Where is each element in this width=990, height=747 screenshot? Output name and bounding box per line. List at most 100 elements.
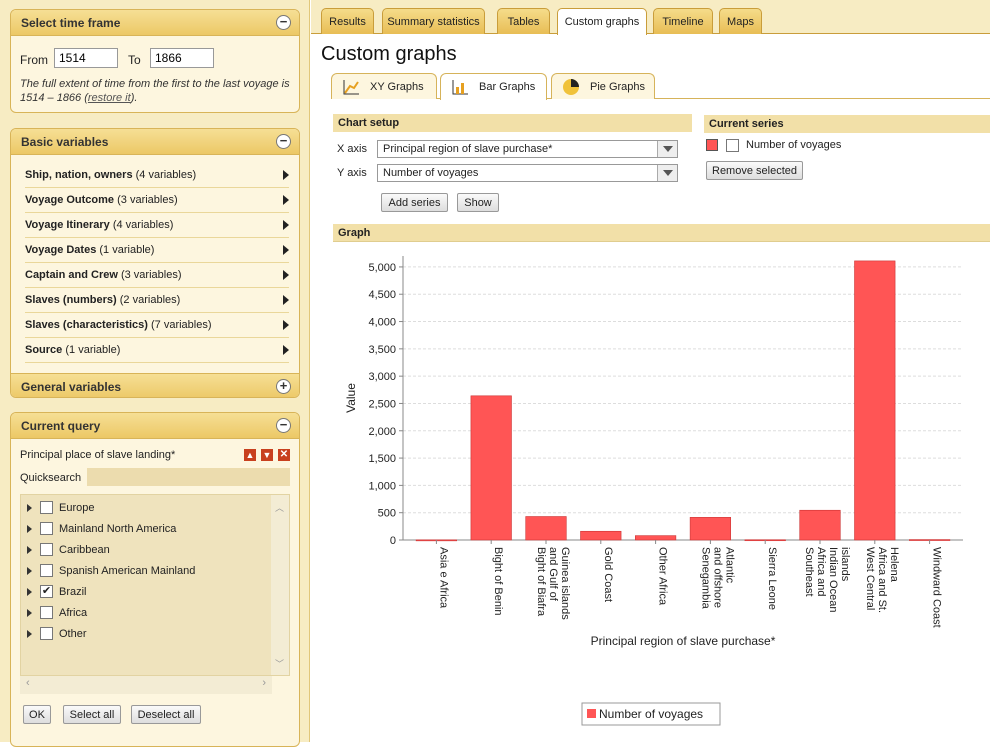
chevron-right-icon[interactable] <box>283 220 289 230</box>
deselect-all-button[interactable]: Deselect all <box>131 705 201 724</box>
move-down-icon[interactable]: ▼ <box>261 449 273 461</box>
y-axis-title: Value <box>344 383 358 413</box>
basic-variable-5[interactable]: Captain and Crew (3 variables) <box>25 263 289 288</box>
series-checkbox[interactable] <box>726 139 739 152</box>
expand-arrow-icon[interactable] <box>27 545 32 554</box>
tab-timeline[interactable]: Timeline <box>653 8 713 34</box>
scroll-right-icon[interactable]: › <box>262 677 266 689</box>
vertical-scrollbar[interactable]: ︿ ﹀ <box>271 495 289 675</box>
y-tick-label: 2,000 <box>368 426 396 438</box>
tab-maps[interactable]: Maps <box>719 8 762 34</box>
region-checkbox[interactable] <box>40 501 53 514</box>
remove-selected-button[interactable]: Remove selected <box>706 161 803 180</box>
region-checkbox[interactable] <box>40 522 53 535</box>
chevron-right-icon[interactable] <box>283 195 289 205</box>
region-checkbox[interactable] <box>40 543 53 556</box>
basic-variable-4[interactable]: Voyage Dates (1 variable) <box>25 238 289 263</box>
collapse-icon[interactable]: − <box>276 418 291 433</box>
horizontal-scrollbar[interactable]: ‹ › <box>20 676 272 694</box>
tab-summary-statistics[interactable]: Summary statistics <box>382 8 485 34</box>
expand-arrow-icon[interactable] <box>27 608 32 617</box>
bar <box>799 509 841 541</box>
quicksearch-label: Quicksearch <box>20 472 82 484</box>
region-checkbox[interactable]: ✔ <box>40 585 53 598</box>
basic-variable-8[interactable]: Source (1 variable) <box>25 338 289 363</box>
region-item[interactable]: Africa <box>21 602 289 623</box>
ok-button[interactable]: OK <box>23 705 51 724</box>
region-item[interactable]: Other <box>21 623 289 644</box>
scroll-left-icon[interactable]: ‹ <box>26 677 30 689</box>
basic-variables-header[interactable]: Basic variables − <box>11 129 299 155</box>
basic-variable-2[interactable]: Voyage Outcome (3 variables) <box>25 188 289 213</box>
query-field-label: Principal place of slave landing* <box>20 449 176 461</box>
x-tick-label-line: Guinea islands <box>559 547 571 620</box>
x-tick-label: Bight of Biafra and Gulf of Guinea islands <box>535 547 571 620</box>
expand-arrow-icon[interactable] <box>27 566 32 575</box>
tab-custom-graphs[interactable]: Custom graphs <box>557 8 647 35</box>
y-axis-select[interactable]: Number of voyages <box>377 164 678 182</box>
chevron-right-icon[interactable] <box>283 295 289 305</box>
variable-count: (2 variables) <box>119 294 181 306</box>
chevron-right-icon[interactable] <box>283 345 289 355</box>
from-year-input[interactable] <box>54 48 118 68</box>
expand-arrow-icon[interactable] <box>27 587 32 596</box>
x-axis-select[interactable]: Principal region of slave purchase* <box>377 140 678 158</box>
expand-arrow-icon[interactable] <box>27 524 32 533</box>
chevron-right-icon[interactable] <box>283 170 289 180</box>
bar-graph-icon <box>452 80 468 95</box>
remove-icon[interactable]: ✕ <box>278 449 290 461</box>
subtab-xy-graphs[interactable]: XY Graphs <box>331 73 437 99</box>
region-item[interactable]: Mainland North America <box>21 518 289 539</box>
basic-variable-3[interactable]: Voyage Itinerary (4 variables) <box>25 213 289 238</box>
restore-link[interactable]: restore it <box>88 92 131 104</box>
variable-group-name: Captain and Crew <box>25 269 118 281</box>
time-frame-header[interactable]: Select time frame − <box>11 10 299 36</box>
chevron-down-icon[interactable] <box>657 141 677 157</box>
region-item[interactable]: Spanish American Mainland <box>21 560 289 581</box>
basic-variable-7[interactable]: Slaves (characteristics) (7 variables) <box>25 313 289 338</box>
region-item[interactable]: ✔ Brazil <box>21 581 289 602</box>
tab-results[interactable]: Results <box>321 8 374 34</box>
chevron-right-icon[interactable] <box>283 245 289 255</box>
subtab-bar-graphs[interactable]: Bar Graphs <box>440 73 547 100</box>
y-tick-label: 3,000 <box>368 371 396 383</box>
bar <box>854 260 896 541</box>
chevron-down-icon[interactable] <box>657 165 677 181</box>
region-item[interactable]: Caribbean <box>21 539 289 560</box>
x-tick-label-line: Bight of Benin <box>492 547 504 616</box>
tab-tables[interactable]: Tables <box>497 8 550 34</box>
general-variables-header[interactable]: General variables + <box>11 373 299 397</box>
move-up-icon[interactable]: ▲ <box>244 449 256 461</box>
variable-group-name: Voyage Dates <box>25 244 97 256</box>
to-year-input[interactable] <box>150 48 214 68</box>
subtab-pie-graphs[interactable]: Pie Graphs <box>551 73 655 99</box>
expand-arrow-icon[interactable] <box>27 503 32 512</box>
x-tick-label-line: Other Africa <box>657 547 669 606</box>
region-checkbox[interactable] <box>40 606 53 619</box>
collapse-icon[interactable]: − <box>276 15 291 30</box>
basic-variables-panel: Basic variables − Ship, nation, owners (… <box>10 128 300 398</box>
basic-variable-6[interactable]: Slaves (numbers) (2 variables) <box>25 288 289 313</box>
quicksearch-input[interactable] <box>87 468 290 486</box>
scroll-down-icon[interactable]: ﹀ <box>275 657 284 670</box>
region-label: Caribbean <box>59 543 110 556</box>
series-color-swatch <box>706 139 718 151</box>
add-series-button[interactable]: Add series <box>381 193 448 212</box>
region-item[interactable]: Europe <box>21 497 289 518</box>
chevron-right-icon[interactable] <box>283 270 289 280</box>
collapse-icon[interactable]: − <box>276 134 291 149</box>
scroll-up-icon[interactable]: ︿ <box>275 501 284 514</box>
chevron-right-icon[interactable] <box>283 320 289 330</box>
basic-variable-1[interactable]: Ship, nation, owners (4 variables) <box>25 163 289 188</box>
from-label: From <box>20 53 48 67</box>
region-checkbox[interactable] <box>40 627 53 640</box>
select-all-button[interactable]: Select all <box>63 705 121 724</box>
region-checkbox[interactable] <box>40 564 53 577</box>
expand-icon[interactable]: + <box>276 379 291 394</box>
x-tick-label-line: islands <box>839 547 851 582</box>
x-tick-label-line: West Central <box>864 547 876 610</box>
current-query-header[interactable]: Current query − <box>11 413 299 439</box>
x-axis-title: Principal region of slave purchase* <box>591 634 776 648</box>
show-button[interactable]: Show <box>457 193 499 212</box>
expand-arrow-icon[interactable] <box>27 629 32 638</box>
